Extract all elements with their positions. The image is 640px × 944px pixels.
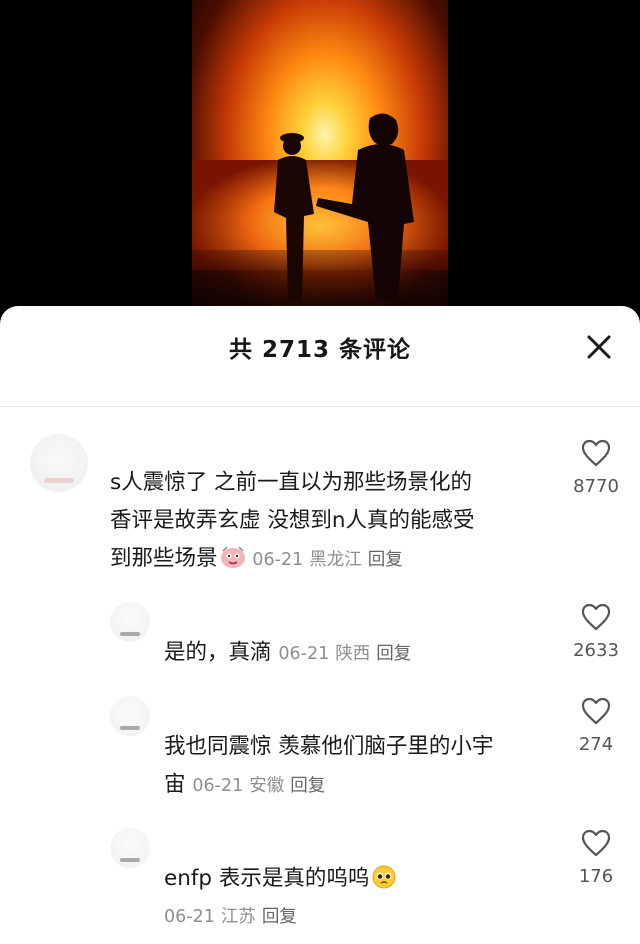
silhouettes-image bbox=[274, 113, 414, 300]
reply-button[interactable]: 回复 bbox=[290, 776, 325, 796]
reply-location: 江苏 bbox=[220, 907, 256, 927]
like-button[interactable]: 176 bbox=[556, 828, 636, 887]
avatar[interactable] bbox=[110, 696, 150, 736]
like-count: 176 bbox=[578, 866, 614, 887]
comments-sheet: 共 2713 条评论 s人震惊了 之前一直以为那些场景化的 香评是故弄玄虚 没想… bbox=[0, 306, 640, 944]
reply-text: enfp 表示是真的呜呜 06-21 江苏 回复 bbox=[164, 860, 397, 936]
video-player[interactable] bbox=[0, 0, 640, 320]
comments-header: 共 2713 条评论 bbox=[0, 306, 640, 407]
like-button[interactable]: 2633 bbox=[556, 602, 636, 661]
close-icon bbox=[587, 335, 611, 359]
heart-icon bbox=[581, 603, 611, 631]
close-button[interactable] bbox=[582, 330, 616, 364]
avatar[interactable] bbox=[110, 828, 150, 868]
like-button[interactable]: 274 bbox=[556, 696, 636, 755]
reply-location: 安徽 bbox=[249, 776, 285, 796]
reply-button[interactable]: 回复 bbox=[376, 644, 411, 664]
reply-text: 是的，真滴 06-21 陕西 回复 bbox=[164, 640, 412, 665]
reply-date: 06-21 bbox=[192, 776, 244, 796]
reply-button[interactable]: 回复 bbox=[262, 907, 297, 927]
comment-location: 黑龙江 bbox=[309, 550, 362, 570]
reply-text: 我也同震惊 羡慕他们脑子里的小宇 宙 06-21 安徽 回复 bbox=[164, 734, 494, 797]
pleading-face-icon bbox=[372, 865, 396, 889]
reply-button[interactable]: 回复 bbox=[368, 550, 403, 570]
heart-icon bbox=[581, 439, 611, 467]
video-frame-bonfire bbox=[192, 0, 448, 320]
like-count: 2633 bbox=[573, 640, 619, 661]
like-count: 8770 bbox=[573, 476, 619, 497]
avatar[interactable] bbox=[110, 602, 150, 642]
sticker-face-icon bbox=[220, 546, 245, 568]
reply-date: 06-21 bbox=[164, 907, 215, 927]
like-count: 274 bbox=[578, 734, 614, 755]
reply-location: 陕西 bbox=[335, 644, 371, 664]
comment-text: s人震惊了 之前一直以为那些场景化的 香评是故弄玄虚 没想到n人真的能感受 到那… bbox=[110, 470, 475, 571]
avatar[interactable] bbox=[30, 434, 88, 492]
like-button[interactable]: 8770 bbox=[556, 438, 636, 497]
heart-icon bbox=[581, 697, 611, 725]
comment-date: 06-21 bbox=[252, 550, 304, 570]
reply-date: 06-21 bbox=[278, 644, 330, 664]
heart-icon bbox=[581, 829, 611, 857]
comments-count-title: 共 2713 条评论 bbox=[228, 337, 412, 363]
